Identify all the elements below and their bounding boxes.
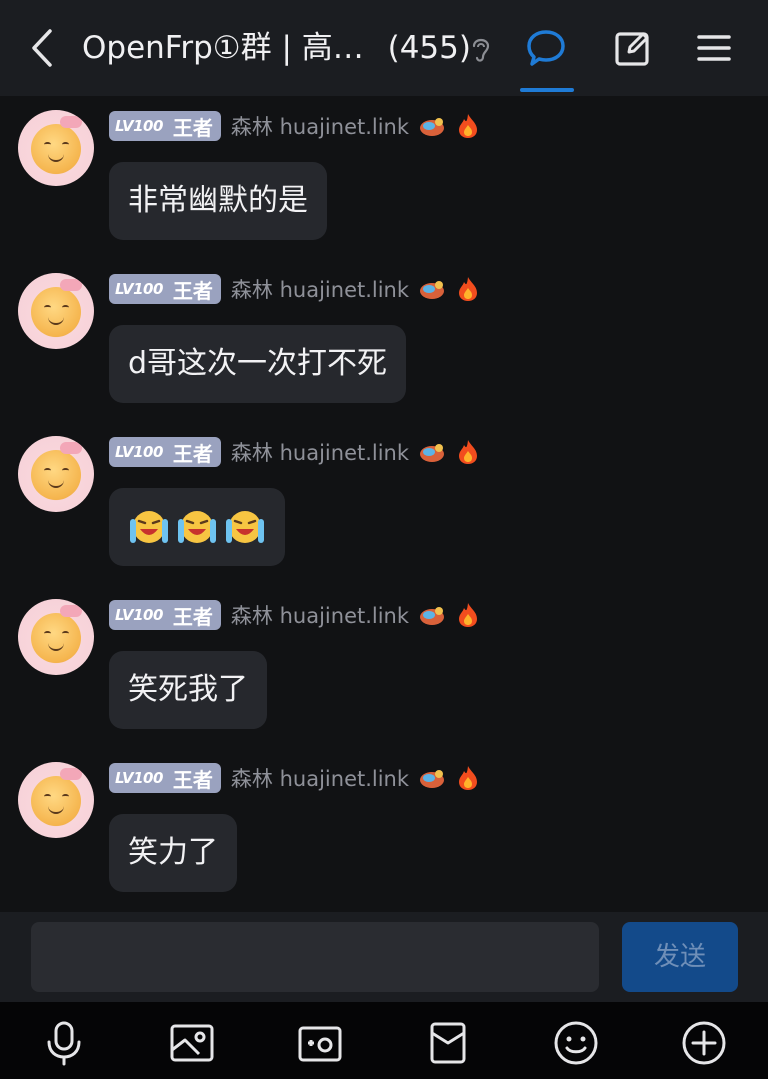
message-header: LV100 王者 森林 huajinet.link (109, 436, 479, 468)
message-bubble[interactable]: 笑力了 (109, 814, 237, 892)
badge-level: LV100 (115, 117, 163, 135)
badge-rank: 王者 (172, 278, 213, 303)
message-list[interactable]: LV100 王者 森林 huajinet.link 非常幽默的是 LV100 王者 … (0, 96, 768, 912)
dragon-badge-icon (420, 444, 445, 462)
badge-rank: 王者 (172, 604, 213, 629)
fire-icon (459, 603, 478, 627)
avatar[interactable] (18, 273, 94, 349)
dragon-badge-icon (420, 770, 445, 788)
badge-rank: 王者 (172, 441, 213, 466)
message-item: LV100 王者 森林 huajinet.link (0, 422, 768, 585)
badge-level: LV100 (115, 769, 163, 787)
dragon-badge-icon (420, 607, 445, 625)
badge-level: LV100 (115, 280, 163, 298)
laugh-cry-emoji (130, 511, 168, 543)
composer-bar: 发送 (0, 912, 768, 1002)
fire-icon (459, 440, 478, 464)
avatar[interactable] (18, 436, 94, 512)
menu-icon[interactable] (692, 26, 736, 70)
message-item: LV100 王者 森林 huajinet.link d哥这次一次打不死 (0, 259, 768, 422)
bottom-toolbar (0, 1002, 768, 1079)
laugh-cry-emoji (226, 511, 264, 543)
badge-level: LV100 (115, 606, 163, 624)
message-header: LV100 王者 森林 huajinet.link (109, 762, 479, 794)
top-bar: OpenFrp①群 | 高… (455) (0, 0, 768, 96)
send-button[interactable]: 发送 (622, 922, 738, 992)
message-item: LV100 王者 森林 huajinet.link 非常幽默的是 (0, 96, 768, 259)
level-badge: LV100 王者 (109, 274, 221, 304)
badge-rank: 王者 (172, 115, 213, 140)
member-count: (455) (387, 30, 471, 66)
sender-name[interactable]: 森林 huajinet.link (231, 763, 409, 793)
message-bubble[interactable] (109, 488, 285, 566)
badge-level: LV100 (115, 443, 163, 461)
message-bubble[interactable]: 非常幽默的是 (109, 162, 327, 240)
level-badge: LV100 王者 (109, 111, 221, 141)
laugh-cry-emoji (178, 511, 216, 543)
message-item: LV100 王者 森林 huajinet.link 笑死我了 (0, 585, 768, 748)
level-badge: LV100 王者 (109, 763, 221, 793)
microphone-icon[interactable] (40, 1019, 88, 1067)
dragon-badge-icon (420, 281, 445, 299)
edit-icon[interactable] (611, 26, 655, 70)
chat-icon[interactable] (524, 26, 568, 70)
image-icon[interactable] (168, 1019, 216, 1067)
badge-rank: 王者 (172, 767, 213, 792)
message-header: LV100 王者 森林 huajinet.link (109, 110, 479, 142)
plus-icon[interactable] (680, 1019, 728, 1067)
message-header: LV100 王者 森林 huajinet.link (109, 273, 479, 305)
avatar[interactable] (18, 110, 94, 186)
message-input[interactable] (31, 922, 599, 992)
dragon-badge-icon (420, 118, 445, 136)
message-item: LV100 王者 森林 huajinet.link 笑力了 (0, 748, 768, 911)
level-badge: LV100 王者 (109, 437, 221, 467)
active-tab-indicator (520, 88, 574, 92)
fire-icon (459, 766, 478, 790)
red-packet-icon[interactable] (424, 1019, 472, 1067)
ear-icon[interactable] (468, 34, 494, 64)
fire-icon (459, 277, 478, 301)
sender-name[interactable]: 森林 huajinet.link (231, 600, 409, 630)
message-header: LV100 王者 森林 huajinet.link (109, 599, 479, 631)
camera-icon[interactable] (296, 1019, 344, 1067)
back-icon[interactable] (22, 28, 62, 68)
avatar[interactable] (18, 762, 94, 838)
message-bubble[interactable]: 笑死我了 (109, 651, 267, 729)
message-bubble[interactable]: d哥这次一次打不死 (109, 325, 407, 403)
fire-icon (459, 114, 478, 138)
sender-name[interactable]: 森林 huajinet.link (231, 274, 409, 304)
group-name: OpenFrp①群 | 高… (82, 30, 364, 66)
avatar[interactable] (18, 599, 94, 675)
sender-name[interactable]: 森林 huajinet.link (231, 111, 409, 141)
page-title[interactable]: OpenFrp①群 | 高… (455) (82, 26, 472, 70)
smile-icon[interactable] (552, 1019, 600, 1067)
level-badge: LV100 王者 (109, 600, 221, 630)
sender-name[interactable]: 森林 huajinet.link (231, 437, 409, 467)
